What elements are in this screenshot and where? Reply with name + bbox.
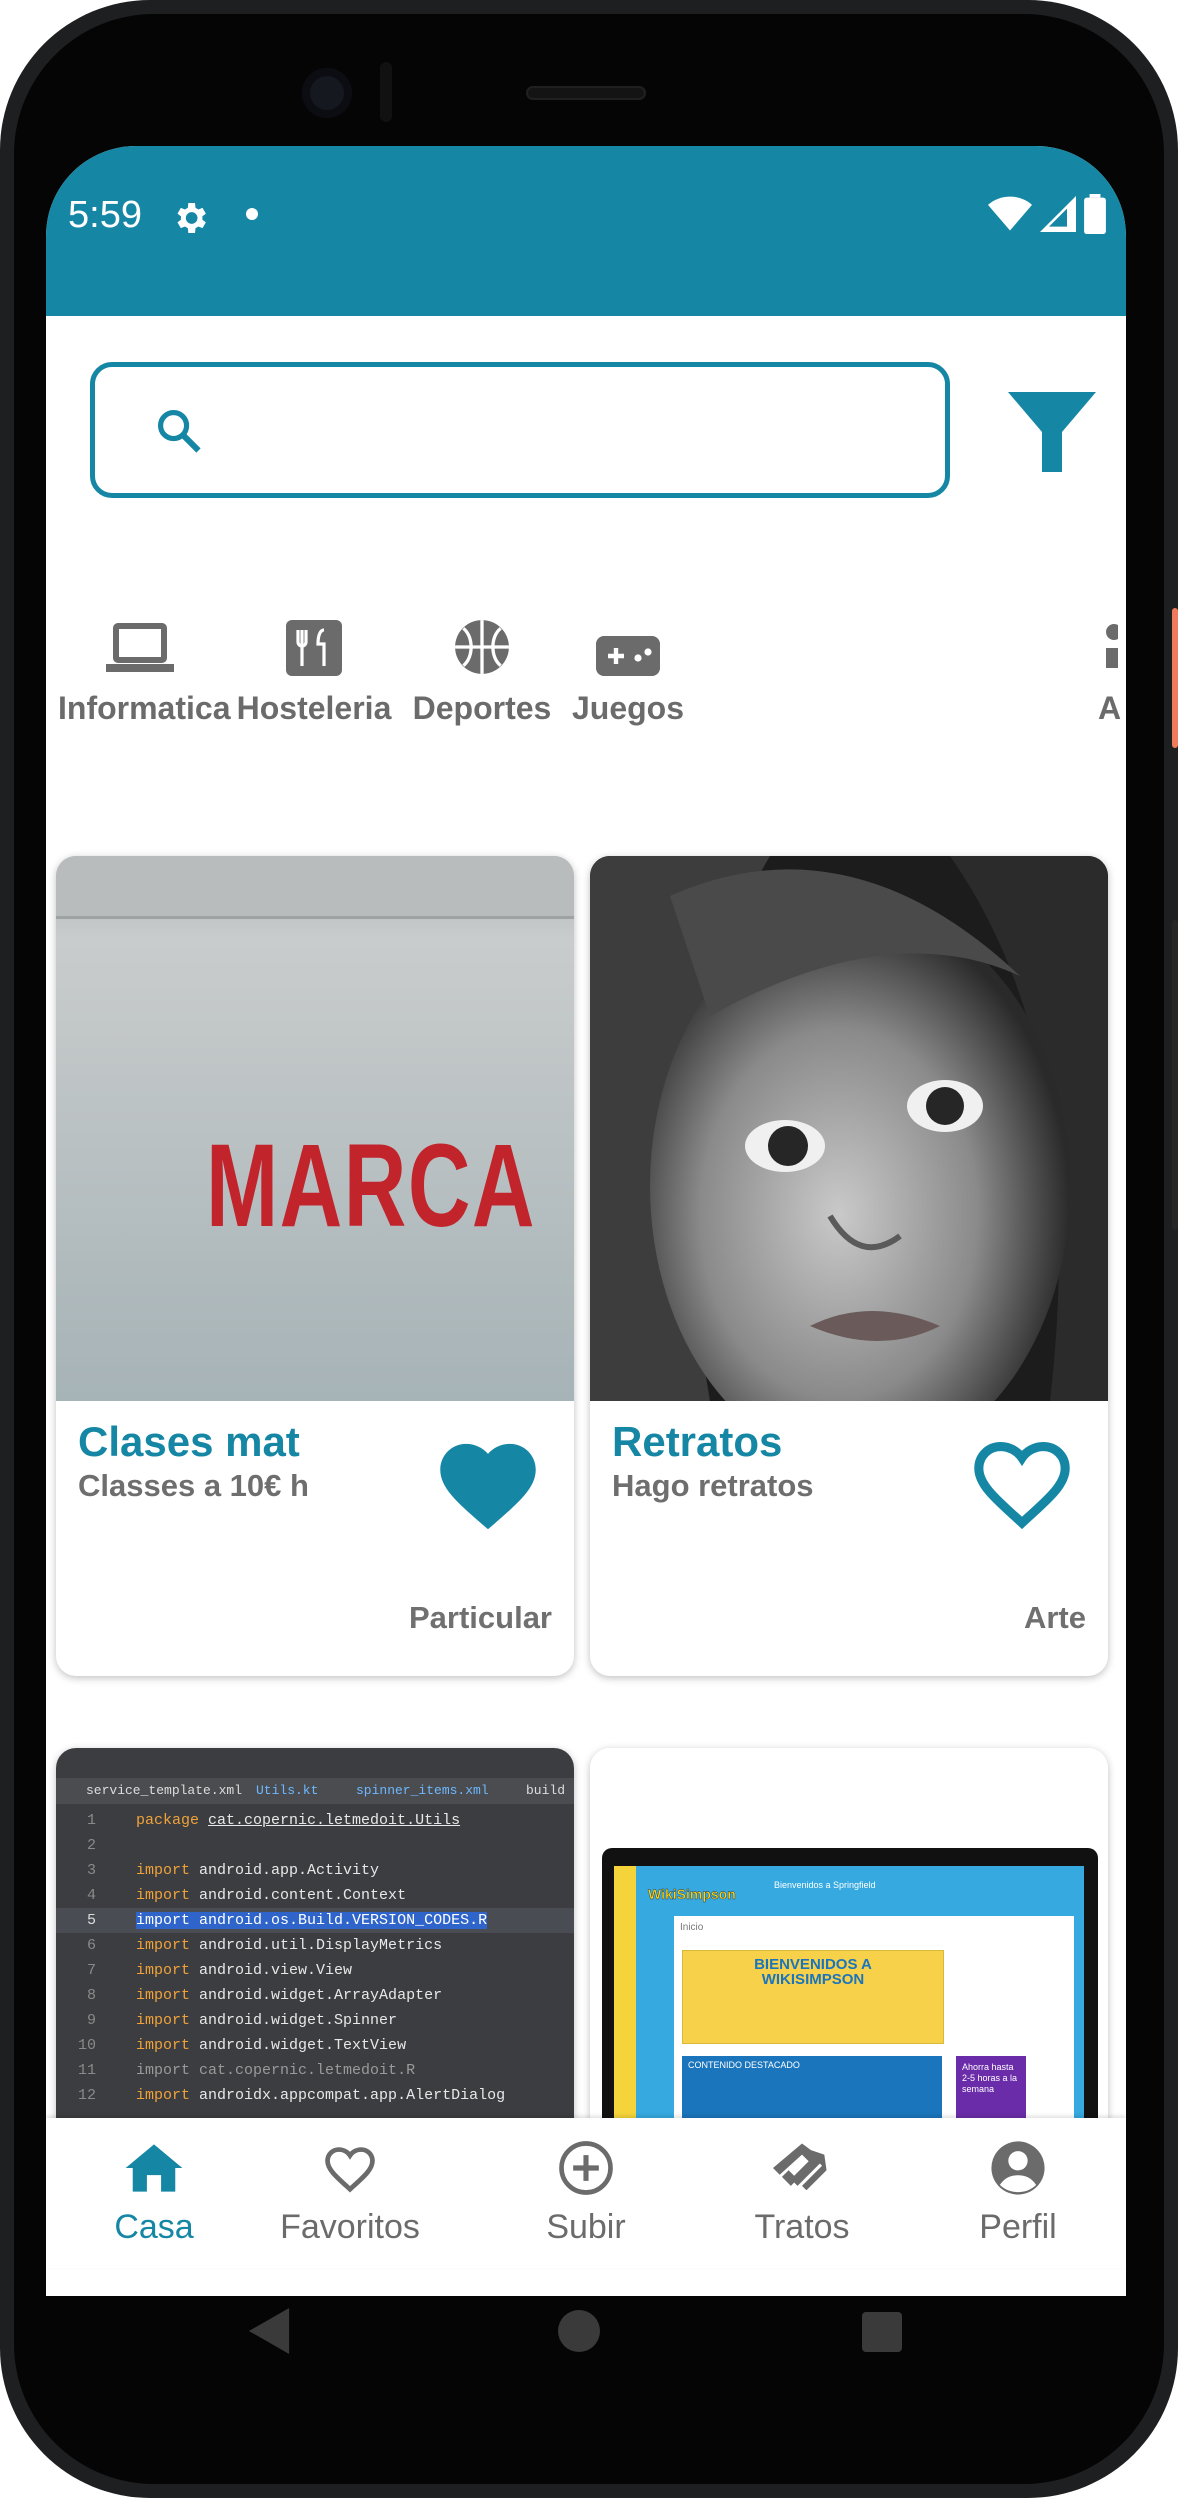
listing-card[interactable]: service_template.xml Utils.kt spinner_it…	[56, 1748, 574, 2148]
nav-tratos[interactable]: Tratos	[694, 2138, 910, 2247]
proximity-sensor	[380, 62, 392, 122]
home-icon	[125, 2144, 183, 2192]
bottom-navigation: Casa Favoritos Subir Tratos Perfil	[46, 2118, 1126, 2268]
code-lines: 1 package cat.copernic.letmedoit.Utils 2 …	[56, 1808, 574, 2108]
heart-outline-icon	[325, 2147, 375, 2193]
category-deportes[interactable]: Deportes	[400, 606, 564, 727]
status-bar: 5:59	[46, 146, 1126, 316]
phone-frame: 5:59 Informatica Hosteleria Deportes Jue…	[0, 0, 1178, 2498]
screen: 5:59 Informatica Hosteleria Deportes Jue…	[46, 146, 1126, 2296]
code-line: 11 import cat.copernic.letmedoit.R	[77, 2062, 416, 2079]
code-line: 12 import androidx.appcompat.app.AlertDia…	[77, 2087, 506, 2104]
listing-card[interactable]: MARCA Clases mat Classes a 10€ h Particu…	[56, 856, 574, 1676]
listing-image: service_template.xml Utils.kt spinner_it…	[56, 1748, 574, 2128]
gamepad-icon	[596, 636, 660, 676]
notification-dot-icon	[246, 208, 258, 220]
web-banner: BIENVENIDOS A WIKISIMPSON	[682, 1950, 944, 2044]
wifi-icon	[988, 196, 1032, 231]
listing-title: Retratos	[612, 1418, 783, 1465]
status-icons	[988, 194, 1106, 234]
handshake-icon	[773, 2143, 827, 2191]
category-informatica[interactable]: Informatica	[58, 606, 230, 727]
web-tab: Inicio	[680, 1922, 704, 1933]
svg-text:MARCA: MARCA	[206, 1120, 536, 1252]
power-button	[1172, 608, 1178, 748]
nav-perfil[interactable]: Perfil	[910, 2138, 1126, 2247]
search-input[interactable]	[225, 397, 909, 469]
code-line: 2	[86, 1837, 96, 1854]
listing-image: WikiSimpson Bienvenidos a Springfield In…	[590, 1748, 1108, 2138]
basketball-icon	[455, 620, 509, 674]
listing-image	[590, 856, 1108, 1401]
listing-image: MARCA	[56, 856, 574, 1401]
code-line: 6 import android.util.DisplayMetrics	[86, 1937, 443, 1954]
laptop-icon	[106, 623, 174, 672]
nav-casa[interactable]: Casa	[46, 2138, 262, 2247]
partial-icon	[1106, 624, 1118, 668]
listing-card[interactable]: Retratos Hago retratos Arte	[590, 856, 1108, 1676]
code-line: 4 import android.content.Context	[86, 1887, 407, 1904]
code-line: 8 import android.widget.ArrayAdapter	[86, 1987, 443, 2004]
web-header: Bienvenidos a Springfield	[774, 1880, 876, 1890]
status-time: 5:59	[68, 194, 142, 236]
favorite-outline-icon[interactable]	[966, 1432, 1078, 1532]
account-icon	[991, 2141, 1045, 2195]
earpiece-speaker	[526, 86, 646, 100]
web-sidebar	[614, 1866, 636, 2138]
web-page: WikiSimpson Bienvenidos a Springfield In…	[614, 1866, 1084, 2138]
listing-title: Clases mat	[78, 1418, 300, 1465]
recents-icon[interactable]	[862, 2312, 902, 2352]
category-juegos[interactable]: Juegos	[546, 606, 710, 727]
listing-subtitle: Classes a 10€ h	[78, 1468, 309, 1503]
code-line: 7 import android.view.View	[86, 1962, 353, 1979]
favorite-filled-icon[interactable]	[432, 1432, 544, 1532]
editor-tabs: service_template.xml Utils.kt spinner_it…	[56, 1778, 574, 1804]
restaurant-icon	[286, 620, 342, 676]
filter-icon[interactable]	[1004, 384, 1100, 480]
laptop-screen: WikiSimpson Bienvenidos a Springfield In…	[602, 1848, 1098, 2138]
home-circle-icon[interactable]	[558, 2310, 600, 2352]
search-icon	[157, 409, 201, 453]
code-line: 3 import android.app.Activity	[86, 1862, 380, 1879]
battery-icon	[1084, 194, 1106, 234]
category-partial[interactable]: A	[1098, 606, 1126, 727]
front-camera	[302, 68, 352, 118]
nav-favoritos[interactable]: Favoritos	[242, 2138, 458, 2247]
code-line: 10 import android.widget.TextView	[77, 2037, 407, 2054]
settings-gear-icon	[177, 203, 206, 233]
add-circle-icon	[559, 2141, 613, 2195]
web-content: Inicio BIENVENIDOS A WIKISIMPSON CONTENI…	[674, 1916, 1074, 2138]
volume-button	[1172, 920, 1178, 1230]
nav-subir[interactable]: Subir	[478, 2138, 694, 2247]
category-strip[interactable]: Informatica Hosteleria Deportes Juegos A	[46, 606, 1126, 756]
code-line: 5 import android.os.Build.VERSION_CODES.R	[56, 1908, 574, 1933]
back-icon[interactable]	[248, 2308, 290, 2354]
search-box[interactable]	[90, 362, 950, 498]
listing-card[interactable]: WikiSimpson Bienvenidos a Springfield In…	[590, 1748, 1108, 2148]
listing-category: Particular	[408, 1600, 552, 1635]
signal-icon	[1040, 196, 1076, 232]
listing-subtitle: Hago retratos	[612, 1468, 814, 1503]
listing-category: Arte	[1023, 1600, 1086, 1635]
web-logo: WikiSimpson	[648, 1886, 736, 1902]
code-line: 9 import android.widget.Spinner	[86, 2012, 398, 2029]
category-hosteleria[interactable]: Hosteleria	[232, 606, 396, 727]
code-line: 1 package cat.copernic.letmedoit.Utils	[86, 1812, 461, 1829]
